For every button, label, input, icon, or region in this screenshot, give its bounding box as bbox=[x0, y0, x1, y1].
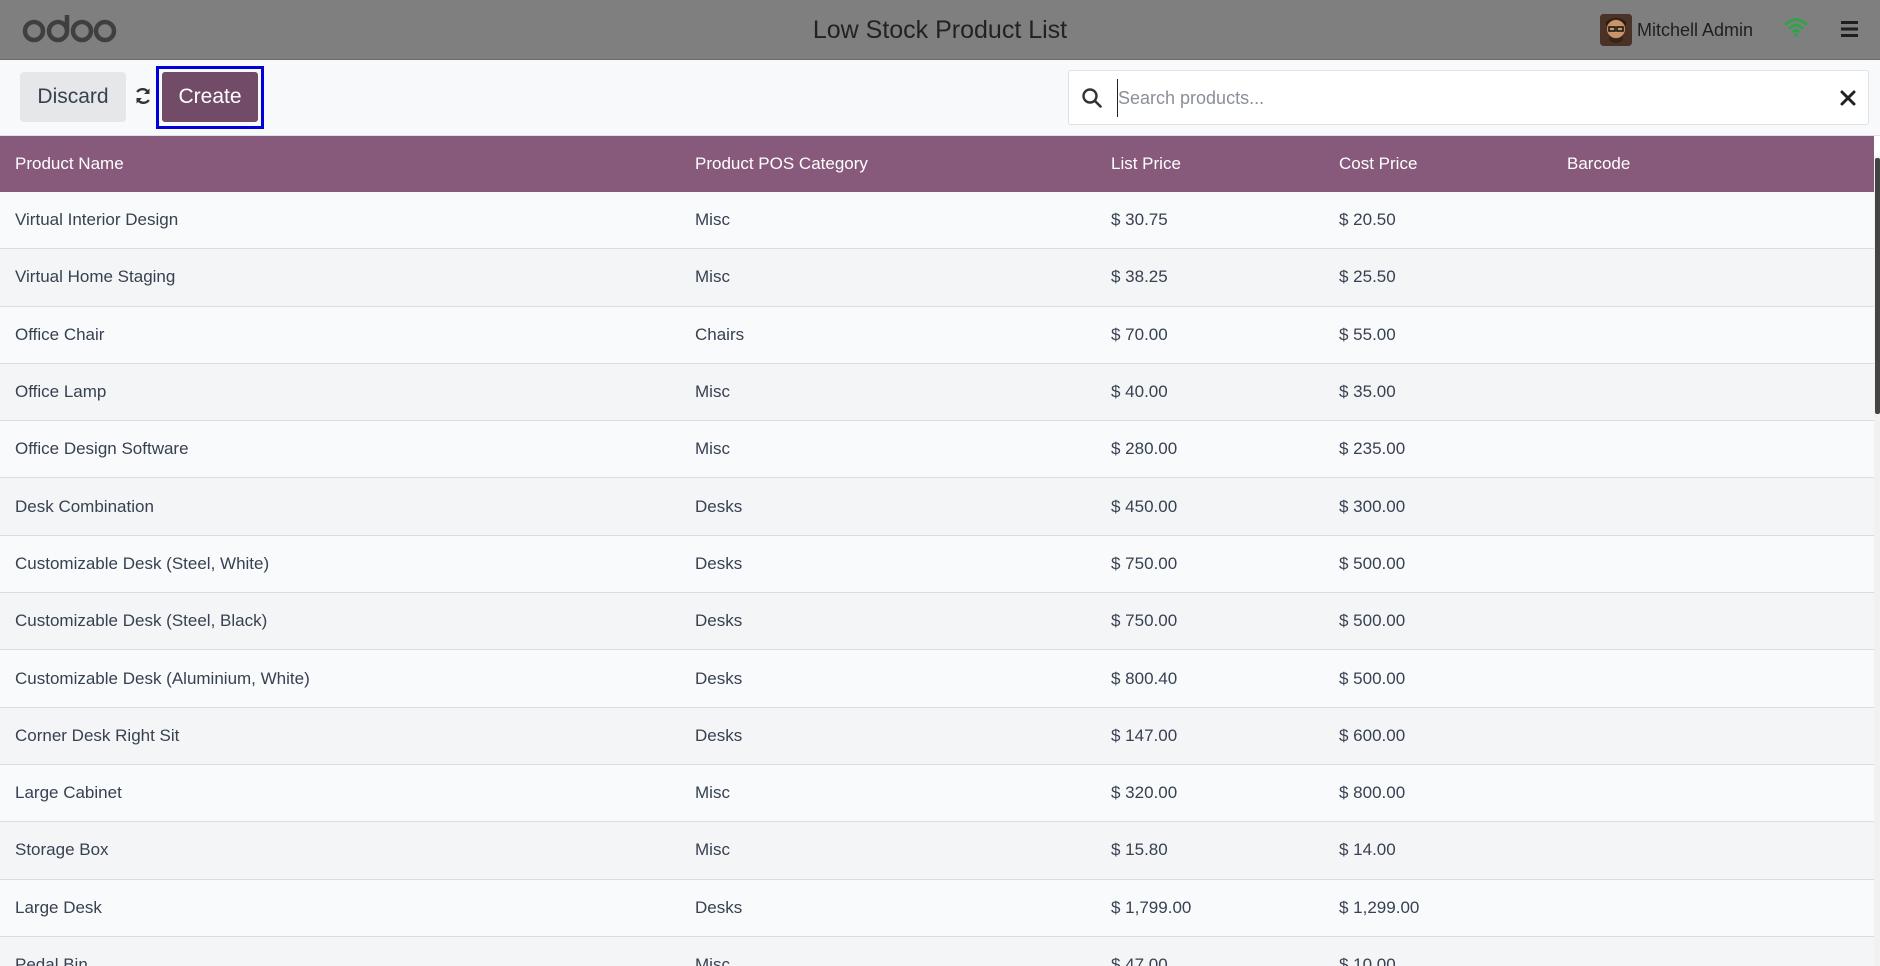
pos-category-cell: Misc bbox=[695, 783, 730, 803]
pos-category-cell: Misc bbox=[695, 439, 730, 459]
cost-price-cell: $ 600.00 bbox=[1339, 725, 1406, 745]
product-name-cell: Pedal Bin bbox=[15, 955, 88, 966]
cost-price-cell: $ 800.00 bbox=[1339, 783, 1406, 803]
cost-price-cell: $ 500.00 bbox=[1339, 611, 1406, 631]
product-name-cell: Customizable Desk (Aluminium, White) bbox=[15, 668, 310, 688]
pos-category-cell: Chairs bbox=[695, 324, 745, 344]
pos-category-cell: Misc bbox=[695, 840, 730, 860]
scrollbar-thumb[interactable] bbox=[1875, 158, 1880, 414]
pos-category-cell: Misc bbox=[695, 267, 730, 287]
odoo-logo bbox=[22, 15, 117, 43]
pos-category-cell: Desks bbox=[695, 725, 743, 745]
table-row[interactable]: Customizable Desk (Aluminium, White) Desk… bbox=[0, 650, 1874, 708]
list-price-cell: $ 1,799.00 bbox=[1111, 897, 1192, 917]
top-bar: Low Stock Product List Mitchell Admin bbox=[0, 0, 1880, 60]
product-name-cell: Office Lamp bbox=[15, 382, 107, 402]
product-name-cell: Customizable Desk (Steel, Black) bbox=[15, 611, 268, 631]
pos-category-cell: Desks bbox=[695, 496, 743, 516]
pos-category-cell: Desks bbox=[695, 553, 743, 573]
product-name-cell: Large Desk bbox=[15, 897, 102, 917]
table-row[interactable]: Pedal Bin Misc $ 47.00 $ 10.00 bbox=[0, 936, 1874, 966]
table-row[interactable]: Customizable Desk (Steel, Black) Desks $ 7… bbox=[0, 593, 1874, 651]
list-price-cell: $ 47.00 bbox=[1111, 955, 1168, 966]
column-header-cost-price[interactable]: Cost Price bbox=[1324, 154, 1552, 174]
product-table: Product Name Product POS Category List P… bbox=[0, 136, 1874, 966]
product-name-cell: Office Design Software bbox=[15, 439, 189, 459]
product-name-cell: Customizable Desk (Steel, White) bbox=[15, 553, 270, 573]
table-row[interactable]: Virtual Interior Design Misc $ 30.75 $ 20.5… bbox=[0, 192, 1874, 250]
cost-price-cell: $ 35.00 bbox=[1339, 382, 1396, 402]
product-name-cell: Storage Box bbox=[15, 840, 109, 860]
product-name-cell: Desk Combination bbox=[15, 496, 154, 516]
list-price-cell: $ 30.75 bbox=[1111, 210, 1168, 230]
product-name-cell: Virtual Interior Design bbox=[15, 210, 179, 230]
list-price-cell: $ 320.00 bbox=[1111, 783, 1178, 803]
pos-category-cell: Misc bbox=[695, 210, 730, 230]
cost-price-cell: $ 55.00 bbox=[1339, 324, 1396, 344]
avatar bbox=[1600, 14, 1632, 46]
pos-category-cell: Misc bbox=[695, 382, 730, 402]
reload-icon[interactable] bbox=[133, 86, 153, 106]
page-title: Low Stock Product List bbox=[812, 16, 1068, 44]
list-price-cell: $ 280.00 bbox=[1111, 439, 1178, 459]
table-row[interactable]: Virtual Home Staging Misc $ 38.25 $ 25.50 bbox=[0, 249, 1874, 307]
user-name: Mitchell Admin bbox=[1637, 19, 1754, 40]
cost-price-cell: $ 20.50 bbox=[1339, 210, 1396, 230]
pos-category-cell: Desks bbox=[695, 897, 743, 917]
table-row[interactable]: Desk Combination Desks $ 450.00 $ 300.00 bbox=[0, 478, 1874, 536]
cost-price-cell: $ 25.50 bbox=[1339, 267, 1396, 287]
search-icon bbox=[1082, 88, 1102, 108]
table-row[interactable]: Office Chair Chairs $ 70.00 $ 55.00 bbox=[0, 306, 1874, 364]
product-name-cell: Corner Desk Right Sit bbox=[15, 725, 180, 745]
product-name-cell: Large Cabinet bbox=[15, 783, 122, 803]
cost-price-cell: $ 235.00 bbox=[1339, 439, 1406, 459]
list-price-cell: $ 38.25 bbox=[1111, 267, 1168, 287]
list-price-cell: $ 147.00 bbox=[1111, 725, 1178, 745]
search-input[interactable] bbox=[1117, 79, 1807, 117]
list-price-cell: $ 800.40 bbox=[1111, 668, 1178, 688]
table-row[interactable]: Large Desk Desks $ 1,799.00 $ 1,299.00 bbox=[0, 879, 1874, 937]
list-price-cell: $ 750.00 bbox=[1111, 553, 1178, 573]
search-bar bbox=[1068, 70, 1869, 125]
user-menu[interactable]: Mitchell Admin bbox=[1600, 13, 1753, 47]
column-header-barcode[interactable]: Barcode bbox=[1552, 154, 1874, 174]
hamburger-menu-icon[interactable] bbox=[1840, 18, 1860, 40]
table-row[interactable]: Large Cabinet Misc $ 320.00 $ 800.00 bbox=[0, 764, 1874, 823]
table-row[interactable]: Corner Desk Right Sit Desks $ 147.00 $ 600.… bbox=[0, 707, 1874, 765]
product-name-cell: Virtual Home Staging bbox=[15, 267, 176, 287]
wifi-icon bbox=[1784, 18, 1808, 37]
list-price-cell: $ 40.00 bbox=[1111, 382, 1168, 402]
cost-price-cell: $ 14.00 bbox=[1339, 840, 1396, 860]
discard-button[interactable]: Discard bbox=[20, 72, 126, 122]
cost-price-cell: $ 500.00 bbox=[1339, 668, 1406, 688]
list-price-cell: $ 15.80 bbox=[1111, 840, 1168, 860]
table-header: Product Name Product POS Category List P… bbox=[0, 136, 1874, 192]
cost-price-cell: $ 10.00 bbox=[1339, 955, 1396, 966]
table-row[interactable]: Customizable Desk (Steel, White) Desks $ 7… bbox=[0, 535, 1874, 594]
table-body: Virtual Interior Design Misc $ 30.75 $ 20.5… bbox=[0, 192, 1874, 966]
column-header-list-price[interactable]: List Price bbox=[1096, 154, 1324, 174]
list-price-cell: $ 450.00 bbox=[1111, 496, 1178, 516]
control-bar: Discard Create bbox=[0, 60, 1880, 136]
list-price-cell: $ 70.00 bbox=[1111, 324, 1168, 344]
list-price-cell: $ 750.00 bbox=[1111, 611, 1178, 631]
pos-category-cell: Desks bbox=[695, 611, 743, 631]
cost-price-cell: $ 1,299.00 bbox=[1339, 897, 1420, 917]
table-row[interactable]: Office Design Software Misc $ 280.00 $ 235.… bbox=[0, 421, 1874, 479]
create-button[interactable]: Create bbox=[162, 72, 258, 122]
table-row[interactable]: Office Lamp Misc $ 40.00 $ 35.00 bbox=[0, 363, 1874, 422]
product-name-cell: Office Chair bbox=[15, 324, 105, 344]
cost-price-cell: $ 500.00 bbox=[1339, 553, 1406, 573]
clear-icon[interactable] bbox=[1839, 89, 1857, 107]
column-header-product-name[interactable]: Product Name bbox=[0, 154, 680, 174]
column-header-pos-category[interactable]: Product POS Category bbox=[680, 154, 1096, 174]
pos-category-cell: Desks bbox=[695, 668, 743, 688]
table-row[interactable]: Storage Box Misc $ 15.80 $ 14.00 bbox=[0, 822, 1874, 880]
pos-category-cell: Misc bbox=[695, 955, 730, 966]
cost-price-cell: $ 300.00 bbox=[1339, 496, 1406, 516]
